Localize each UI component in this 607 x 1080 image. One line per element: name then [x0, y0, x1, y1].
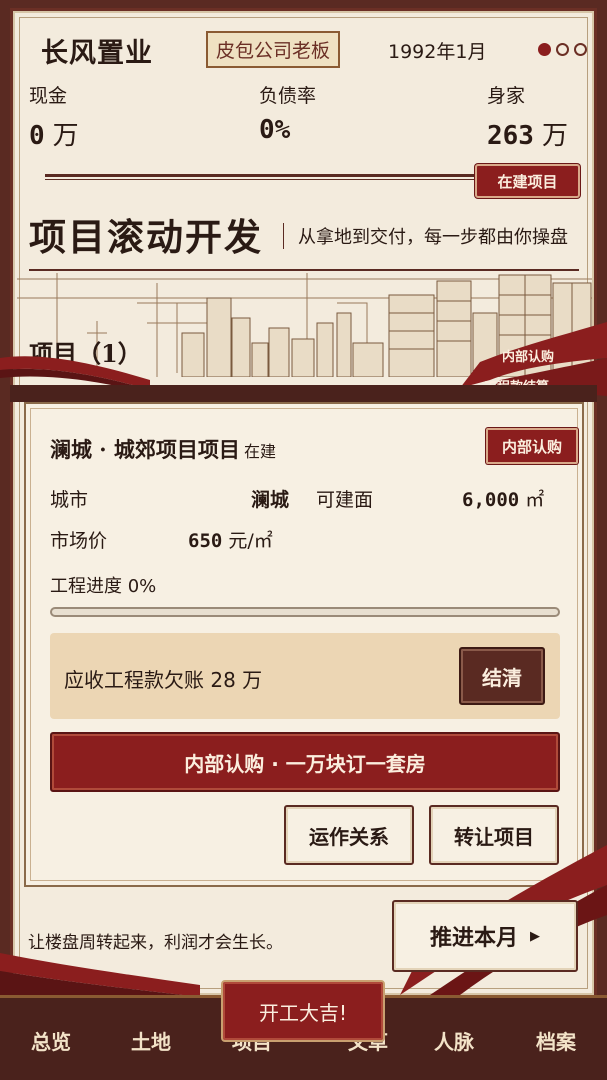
receivable-panel: 应收工程款欠账 28 万 结清: [50, 633, 560, 719]
relations-button[interactable]: 运作关系: [284, 805, 414, 865]
net-worth-label: 身家: [487, 85, 526, 107]
start-construction-button[interactable]: 开工大吉!: [221, 980, 385, 1042]
debt-ratio-value: 0%: [259, 115, 291, 145]
settle-button[interactable]: 结清: [459, 647, 545, 705]
nav-item-overview[interactable]: 总览: [11, 1026, 91, 1055]
company-name: 长风置业: [41, 38, 153, 69]
cash-value: 0万: [29, 121, 79, 151]
city-label: 城市: [50, 489, 89, 511]
project-name: 澜城 · 城郊项目项目 在建: [50, 437, 276, 462]
net-worth-value: 263 万: [487, 121, 568, 151]
divider: [10, 385, 597, 402]
page-dot-active[interactable]: [538, 43, 551, 56]
divider: [45, 174, 475, 180]
section-subtitle: 从拿地到交付，每一步都由你操盘: [283, 223, 568, 249]
divider: [29, 269, 579, 271]
nav-item-archive[interactable]: 档案: [516, 1026, 596, 1055]
project-status: 在建: [243, 442, 276, 461]
page-dot[interactable]: [574, 43, 587, 56]
project-card: 澜城 · 城郊项目项目 在建 内部认购 城市 澜城 可建面 6,000 ㎡ 市场价…: [24, 402, 584, 887]
section-title: 项目滚动开发: [29, 215, 263, 259]
construction-progress-label: 工程进度 0%: [50, 576, 157, 597]
buildable-area-value: 6,000 ㎡: [462, 489, 545, 511]
market-price-label: 市场价: [50, 530, 108, 552]
page-indicator[interactable]: [538, 43, 587, 56]
active-projects-tag[interactable]: 在建项目: [475, 164, 580, 198]
game-date: 1992年1月: [388, 41, 487, 63]
presale-button[interactable]: 内部认购 · 一万块订一套房: [50, 732, 560, 792]
construction-progress-bar: [50, 607, 560, 617]
city-value: 澜城: [251, 489, 290, 511]
debt-ratio-label: 负债率: [259, 85, 317, 107]
play-triangle-icon: ▶: [530, 928, 540, 944]
market-price-value: 650 元/㎡: [188, 530, 273, 552]
presale-tag[interactable]: 内部认购: [486, 428, 578, 464]
advance-month-button[interactable]: 推进本月 ▶: [392, 900, 578, 972]
cash-label: 现金: [29, 85, 68, 107]
buildable-area-label: 可建面: [316, 489, 374, 511]
player-title-badge: 皮包公司老板: [206, 31, 341, 68]
nav-item-network[interactable]: 人脉: [414, 1026, 494, 1055]
ribbon-tag-presale: 内部认购: [502, 350, 555, 365]
receivable-text: 应收工程款欠账 28 万: [64, 668, 263, 692]
nav-item-land[interactable]: 土地: [111, 1026, 191, 1055]
page-dot[interactable]: [556, 43, 569, 56]
